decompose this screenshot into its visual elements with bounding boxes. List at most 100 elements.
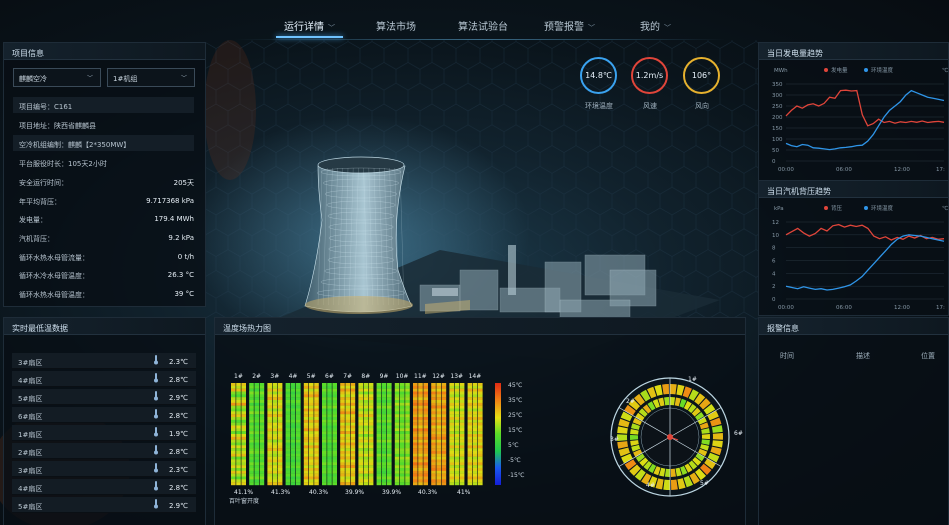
heat-cell <box>459 439 465 443</box>
heat-cell <box>387 470 392 474</box>
heat-cell <box>254 436 259 440</box>
heat-cell <box>368 431 374 435</box>
heat-cell <box>368 388 374 392</box>
heat-cell <box>340 439 345 443</box>
heat-cell <box>376 473 382 477</box>
heat-cell <box>259 453 265 457</box>
heat-cell <box>376 405 382 409</box>
tab-algorithm-testbench[interactable]: 算法试验台 <box>458 18 508 33</box>
heat-cell <box>267 448 272 452</box>
heat-cell <box>387 414 392 418</box>
heat-cell <box>423 388 428 392</box>
heat-cell <box>405 402 410 406</box>
heat-cell <box>454 402 460 406</box>
heat-cell <box>423 400 428 404</box>
heat-cell <box>254 453 259 457</box>
heat-cell <box>472 459 478 463</box>
heat-cell <box>413 459 418 463</box>
tab-run-details[interactable]: 运行详情 ﹀ <box>276 18 343 38</box>
cooling-tower-top <box>317 156 405 174</box>
heat-cell <box>387 431 392 435</box>
heat-cell <box>423 434 428 438</box>
heat-cell <box>303 456 309 460</box>
chart-unit-right: ℃ <box>942 205 948 212</box>
heat-cell <box>441 385 447 389</box>
chevron-down-icon: ﹀ <box>86 75 93 82</box>
plant-select[interactable]: 麒麟空冷 ﹀ <box>13 68 101 87</box>
heat-cell <box>467 385 473 389</box>
heat-cell <box>236 453 241 457</box>
tab-mine[interactable]: 我的 ﹀ <box>640 18 671 33</box>
heat-cell <box>413 383 418 387</box>
heat-cell <box>405 385 410 389</box>
heat-cell <box>267 482 272 486</box>
heat-cell <box>231 414 236 418</box>
tab-algorithm-market[interactable]: 算法市场 <box>376 18 416 33</box>
heat-cell <box>267 451 272 455</box>
heat-cell <box>309 448 314 452</box>
sector-name: 2#扇区 <box>18 449 43 457</box>
heat-cell <box>459 408 465 412</box>
heat-cell <box>314 402 319 406</box>
heat-cell <box>472 434 478 438</box>
heat-cell <box>418 417 423 421</box>
heat-cell <box>314 473 319 477</box>
heat-cell <box>454 436 460 440</box>
heat-cell <box>332 462 337 466</box>
heat-cell <box>405 482 410 486</box>
heat-cell <box>449 462 454 466</box>
heat-cell <box>394 414 400 418</box>
heat-cell <box>309 479 314 483</box>
heat-cell <box>405 445 410 449</box>
heat-cell <box>327 442 332 446</box>
heat-cell <box>441 482 447 486</box>
heat-cell <box>449 465 454 469</box>
heat-cell <box>368 459 374 463</box>
heat-cell <box>296 419 301 423</box>
heat-cell <box>472 476 478 480</box>
unit-select[interactable]: 1#机组 ﹀ <box>107 68 195 87</box>
heat-cell <box>431 482 436 486</box>
heat-cell <box>387 476 392 480</box>
heat-cell <box>296 417 301 421</box>
heat-cell <box>394 388 400 392</box>
heat-cell <box>272 428 278 432</box>
top-nav: 运行详情 ﹀ 算法市场 算法试验台 预警报警 ﹀ 我的 ﹀ <box>236 8 726 40</box>
heat-cell <box>394 465 400 469</box>
tab-algorithm-market-label: 算法市场 <box>376 22 416 33</box>
heat-cell <box>277 422 283 426</box>
tab-warning-alarm[interactable]: 预警报警 ﹀ <box>544 18 595 33</box>
heat-cell <box>431 470 436 474</box>
heat-bar-label: 1# <box>234 373 243 380</box>
heat-cell <box>267 422 272 426</box>
heat-cell <box>400 442 405 446</box>
heat-cell <box>418 422 423 426</box>
heat-cell <box>467 451 473 455</box>
heat-cell <box>236 402 241 406</box>
heat-cell <box>290 436 296 440</box>
alarm-title: 报警信息 <box>759 318 948 335</box>
heat-cell <box>368 394 374 398</box>
heat-cell <box>467 419 473 423</box>
heat-cell <box>454 459 460 463</box>
heat-cell <box>454 414 460 418</box>
heat-cell <box>314 453 319 457</box>
heat-cell <box>431 388 436 392</box>
sector-min-temp: 2.8℃ <box>169 448 188 456</box>
heat-cell <box>254 388 259 392</box>
heat-cell <box>290 453 296 457</box>
heat-cell <box>394 448 400 452</box>
heat-cell <box>350 414 356 418</box>
heat-cell <box>368 419 374 423</box>
chevron-down-icon: ﹀ <box>664 24 671 32</box>
heat-cell <box>436 442 441 446</box>
heat-bar-label: 12# <box>432 373 445 380</box>
heat-cell <box>309 473 314 477</box>
heat-cell <box>303 411 309 415</box>
heat-cell <box>350 419 356 423</box>
heat-cell <box>285 425 291 429</box>
heat-cell <box>254 442 259 446</box>
heat-cell <box>350 385 356 389</box>
heat-cell <box>441 411 447 415</box>
heat-cell <box>394 425 400 429</box>
